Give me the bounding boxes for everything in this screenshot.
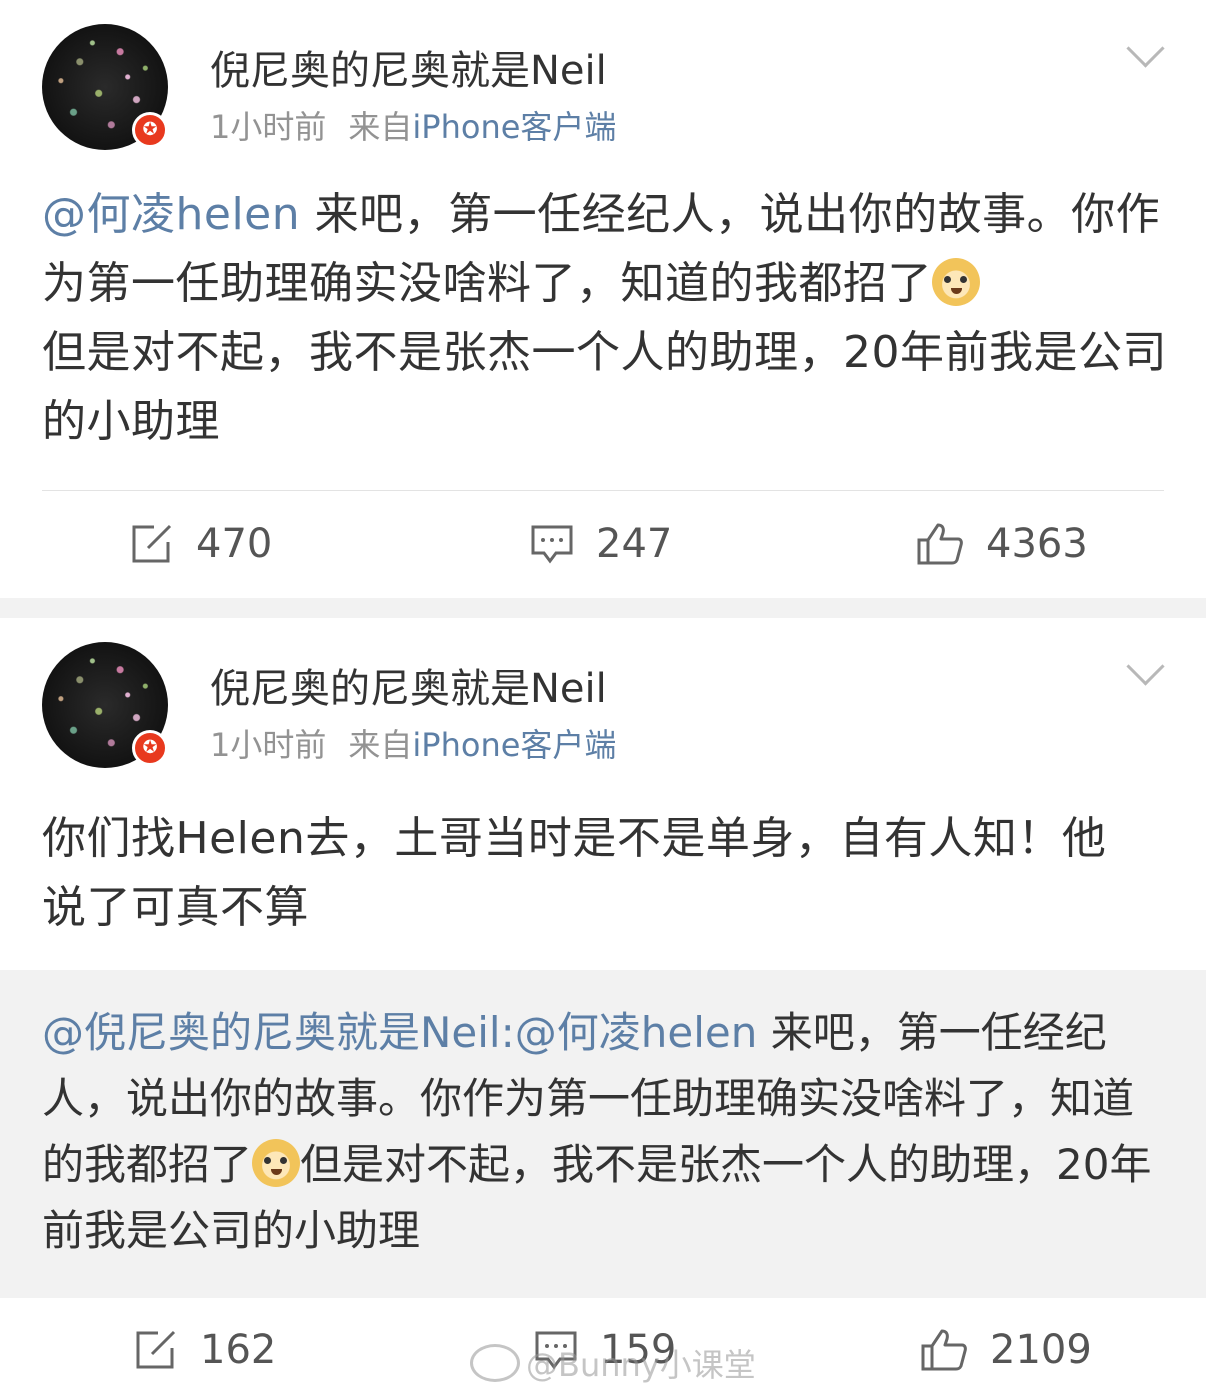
repost-count: 470 bbox=[196, 521, 273, 567]
watermark: @Bunny小课堂 bbox=[470, 1340, 756, 1386]
repost-count: 162 bbox=[200, 1327, 277, 1373]
repost-icon bbox=[132, 524, 172, 563]
post-meta: 1小时前 来自iPhone客户端 bbox=[210, 720, 616, 766]
thumbs-up-icon bbox=[921, 1329, 967, 1371]
post-separator bbox=[0, 598, 1206, 618]
weibo-post: ✪ 倪尼奥的尼奥就是Neil 1小时前 来自iPhone客户端 @何凌helen … bbox=[0, 0, 1206, 598]
doge-emoji-icon bbox=[252, 1139, 301, 1187]
like-button[interactable]: 4363 bbox=[916, 504, 1088, 584]
mention-link[interactable]: @倪尼奥的尼奥就是Neil:@何凌helen bbox=[42, 1008, 757, 1057]
like-count: 2109 bbox=[990, 1327, 1092, 1373]
thumbs-up-icon bbox=[917, 523, 963, 565]
action-bar: 470 247 4363 bbox=[0, 504, 1206, 584]
post-text: 你们找Helen去，土哥当时是不是单身，自有人知！他说了可真不算 bbox=[42, 813, 1107, 933]
chevron-down-icon[interactable] bbox=[1126, 647, 1165, 686]
post-source-client[interactable]: iPhone客户端 bbox=[412, 726, 616, 764]
comment-button[interactable]: 247 bbox=[530, 504, 672, 584]
post-text: @何凌helen 来吧，第一任经纪人，说出你的故事。你作为第一任助理确实没啥料了… bbox=[42, 180, 1172, 456]
like-button[interactable]: 2109 bbox=[920, 1310, 1092, 1390]
quoted-post[interactable]: @倪尼奥的尼奥就是Neil:@何凌helen 来吧，第一任经纪人，说出你的故事。… bbox=[0, 970, 1206, 1298]
doge-emoji-icon bbox=[932, 258, 980, 306]
quoted-post-text: @倪尼奥的尼奥就是Neil:@何凌helen 来吧，第一任经纪人，说出你的故事。… bbox=[42, 1000, 1172, 1264]
watermark-text: @Bunny小课堂 bbox=[526, 1346, 756, 1384]
post-meta: 1小时前 来自iPhone客户端 bbox=[210, 102, 616, 148]
divider bbox=[42, 490, 1164, 491]
verified-badge-icon: ✪ bbox=[132, 112, 168, 148]
repost-icon bbox=[136, 1330, 176, 1369]
post-source-prefix: 来自 bbox=[348, 108, 413, 146]
post-text-part: 但是对不起，我不是张杰一个人的助理，20年前我是公司的小助理 bbox=[42, 327, 1167, 447]
weibo-post: ✪ 倪尼奥的尼奥就是Neil 1小时前 来自iPhone客户端 你们找Helen去… bbox=[0, 618, 1206, 1396]
mention-link[interactable]: @何凌helen bbox=[42, 189, 300, 240]
comment-icon bbox=[531, 525, 573, 564]
author-name[interactable]: 倪尼奥的尼奥就是Neil bbox=[210, 656, 607, 714]
like-count: 4363 bbox=[986, 521, 1088, 567]
chevron-down-icon[interactable] bbox=[1126, 29, 1165, 68]
post-time: 1小时前 bbox=[210, 108, 327, 146]
comment-count: 247 bbox=[596, 521, 673, 567]
weibo-logo-icon bbox=[470, 1344, 520, 1382]
repost-button[interactable]: 470 bbox=[130, 504, 272, 584]
post-time: 1小时前 bbox=[210, 726, 327, 764]
repost-button[interactable]: 162 bbox=[134, 1310, 276, 1390]
post-source-prefix: 来自 bbox=[348, 726, 413, 764]
author-name[interactable]: 倪尼奥的尼奥就是Neil bbox=[210, 38, 607, 96]
verified-badge-icon: ✪ bbox=[132, 730, 168, 766]
post-source-client[interactable]: iPhone客户端 bbox=[412, 108, 616, 146]
